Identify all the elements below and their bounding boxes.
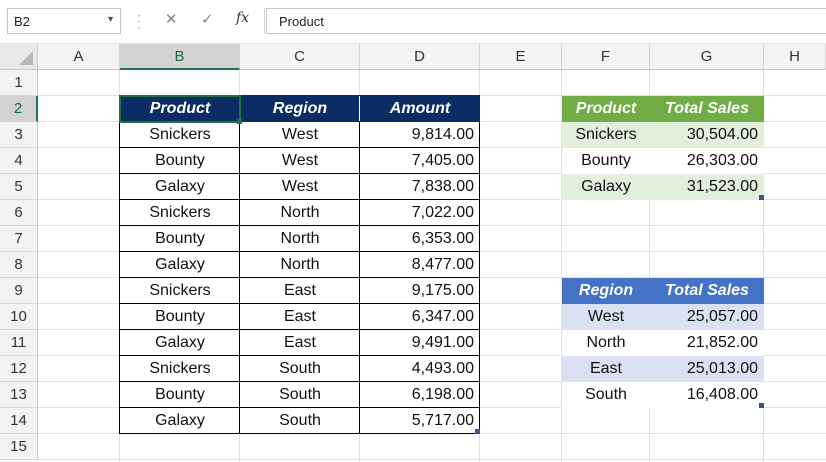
region-table-header-cell[interactable]: Total Sales (650, 278, 764, 304)
insert-function-icon[interactable]: fx (236, 10, 249, 26)
row-header-1[interactable]: 1 (0, 70, 38, 96)
chevron-down-icon[interactable]: ▼ (106, 14, 115, 24)
product-table-cell[interactable]: Snickers (562, 122, 650, 148)
select-all-icon (19, 51, 33, 65)
cell-border (239, 355, 360, 382)
check-icon[interactable]: ✓ (201, 10, 214, 28)
column-header-f[interactable]: F (562, 44, 650, 70)
cell-border (359, 225, 480, 252)
cell-border (119, 147, 240, 174)
cell-border (359, 147, 480, 174)
region-table-header-cell[interactable]: Region (562, 278, 650, 304)
row-header-14[interactable]: 14 (0, 408, 38, 434)
row-header-13[interactable]: 13 (0, 382, 38, 408)
table-resize-handle[interactable] (759, 195, 764, 200)
name-box-value: B2 (14, 14, 30, 29)
cell-border (239, 121, 360, 148)
product-table-header-cell[interactable]: Total Sales (650, 96, 764, 122)
spreadsheet-grid[interactable]: A B C D E F G H 1 2 3 4 5 6 7 8 9 10 11 12 13 14 15 Product Regi… (0, 44, 826, 462)
row-header-4[interactable]: 4 (0, 148, 38, 174)
cell-border (239, 303, 360, 330)
row-header-3[interactable]: 3 (0, 122, 38, 148)
cell-border (119, 173, 240, 200)
fill-handle[interactable] (237, 119, 242, 124)
cell-border (119, 329, 240, 356)
region-table-cell[interactable]: 25,057.00 (650, 304, 764, 330)
cell-border (119, 355, 240, 382)
cell-border (119, 303, 240, 330)
cell-border (119, 121, 240, 148)
cell-border (239, 199, 360, 226)
product-table-cell[interactable]: Galaxy (562, 174, 650, 200)
cell-border (359, 251, 480, 278)
column-header-b[interactable]: B (120, 44, 240, 70)
select-all-button[interactable] (0, 44, 38, 70)
cell-border (359, 173, 480, 200)
column-header-c[interactable]: C (240, 44, 360, 70)
gridline-horizontal (38, 459, 826, 460)
row-header-12[interactable]: 12 (0, 356, 38, 382)
row-header-10[interactable]: 10 (0, 304, 38, 330)
region-table-cell[interactable]: 16,408.00 (650, 382, 764, 408)
product-table-cell[interactable]: 30,504.00 (650, 122, 764, 148)
region-table-cell[interactable]: North (562, 330, 650, 356)
close-icon[interactable]: ✕ (165, 10, 178, 28)
cell-border (359, 381, 480, 408)
region-table-cell[interactable]: 25,013.00 (650, 356, 764, 382)
cell-border (359, 303, 480, 330)
table-resize-handle[interactable] (475, 429, 480, 434)
formula-bar: B2 ▼ · · · ✕ ✓ fx Product (0, 0, 826, 44)
region-table-cell[interactable]: 21,852.00 (650, 330, 764, 356)
region-table-cell[interactable]: South (562, 382, 650, 408)
column-header-a[interactable]: A (38, 44, 120, 70)
region-table-cell[interactable]: West (562, 304, 650, 330)
cell-border (119, 277, 240, 304)
product-table-cell[interactable]: 26,303.00 (650, 148, 764, 174)
row-header-11[interactable]: 11 (0, 330, 38, 356)
table-resize-handle[interactable] (759, 403, 764, 408)
row-header-9[interactable]: 9 (0, 278, 38, 304)
row-header-6[interactable]: 6 (0, 200, 38, 226)
cell-border (239, 147, 360, 174)
column-header-d[interactable]: D (360, 44, 480, 70)
column-header-g[interactable]: G (650, 44, 764, 70)
cell-border (359, 407, 480, 434)
product-table-header-cell[interactable]: Product (562, 96, 650, 122)
cell-border (359, 329, 480, 356)
cell-border (119, 251, 240, 278)
product-table-cell[interactable]: Bounty (562, 148, 650, 174)
cell-border (239, 225, 360, 252)
cell-border (119, 381, 240, 408)
active-cell-outline (119, 95, 241, 123)
row-header-2[interactable]: 2 (0, 96, 38, 122)
column-header-e[interactable]: E (480, 44, 562, 70)
name-box[interactable]: B2 ▼ (7, 8, 121, 34)
product-table-cell[interactable]: 31,523.00 (650, 174, 764, 200)
row-header-15[interactable]: 15 (0, 434, 38, 460)
formula-input[interactable]: Product (266, 8, 826, 34)
cell-border (239, 381, 360, 408)
row-header-7[interactable]: 7 (0, 226, 38, 252)
cell-border (239, 407, 360, 434)
cell-border (239, 251, 360, 278)
cell-border (359, 121, 480, 148)
cell-border (359, 355, 480, 382)
cell-border (119, 199, 240, 226)
cell-border (359, 277, 480, 304)
region-table-cell[interactable]: East (562, 356, 650, 382)
divider (264, 8, 265, 34)
drag-handle-icon[interactable]: · · · (137, 9, 141, 33)
cell-border (119, 225, 240, 252)
column-header-h[interactable]: H (764, 44, 826, 70)
cell-border (119, 407, 240, 434)
row-header-8[interactable]: 8 (0, 252, 38, 278)
cell-border (239, 329, 360, 356)
cell-border (359, 199, 480, 226)
row-header-5[interactable]: 5 (0, 174, 38, 200)
cell-border (239, 277, 360, 304)
cell-border (239, 173, 360, 200)
